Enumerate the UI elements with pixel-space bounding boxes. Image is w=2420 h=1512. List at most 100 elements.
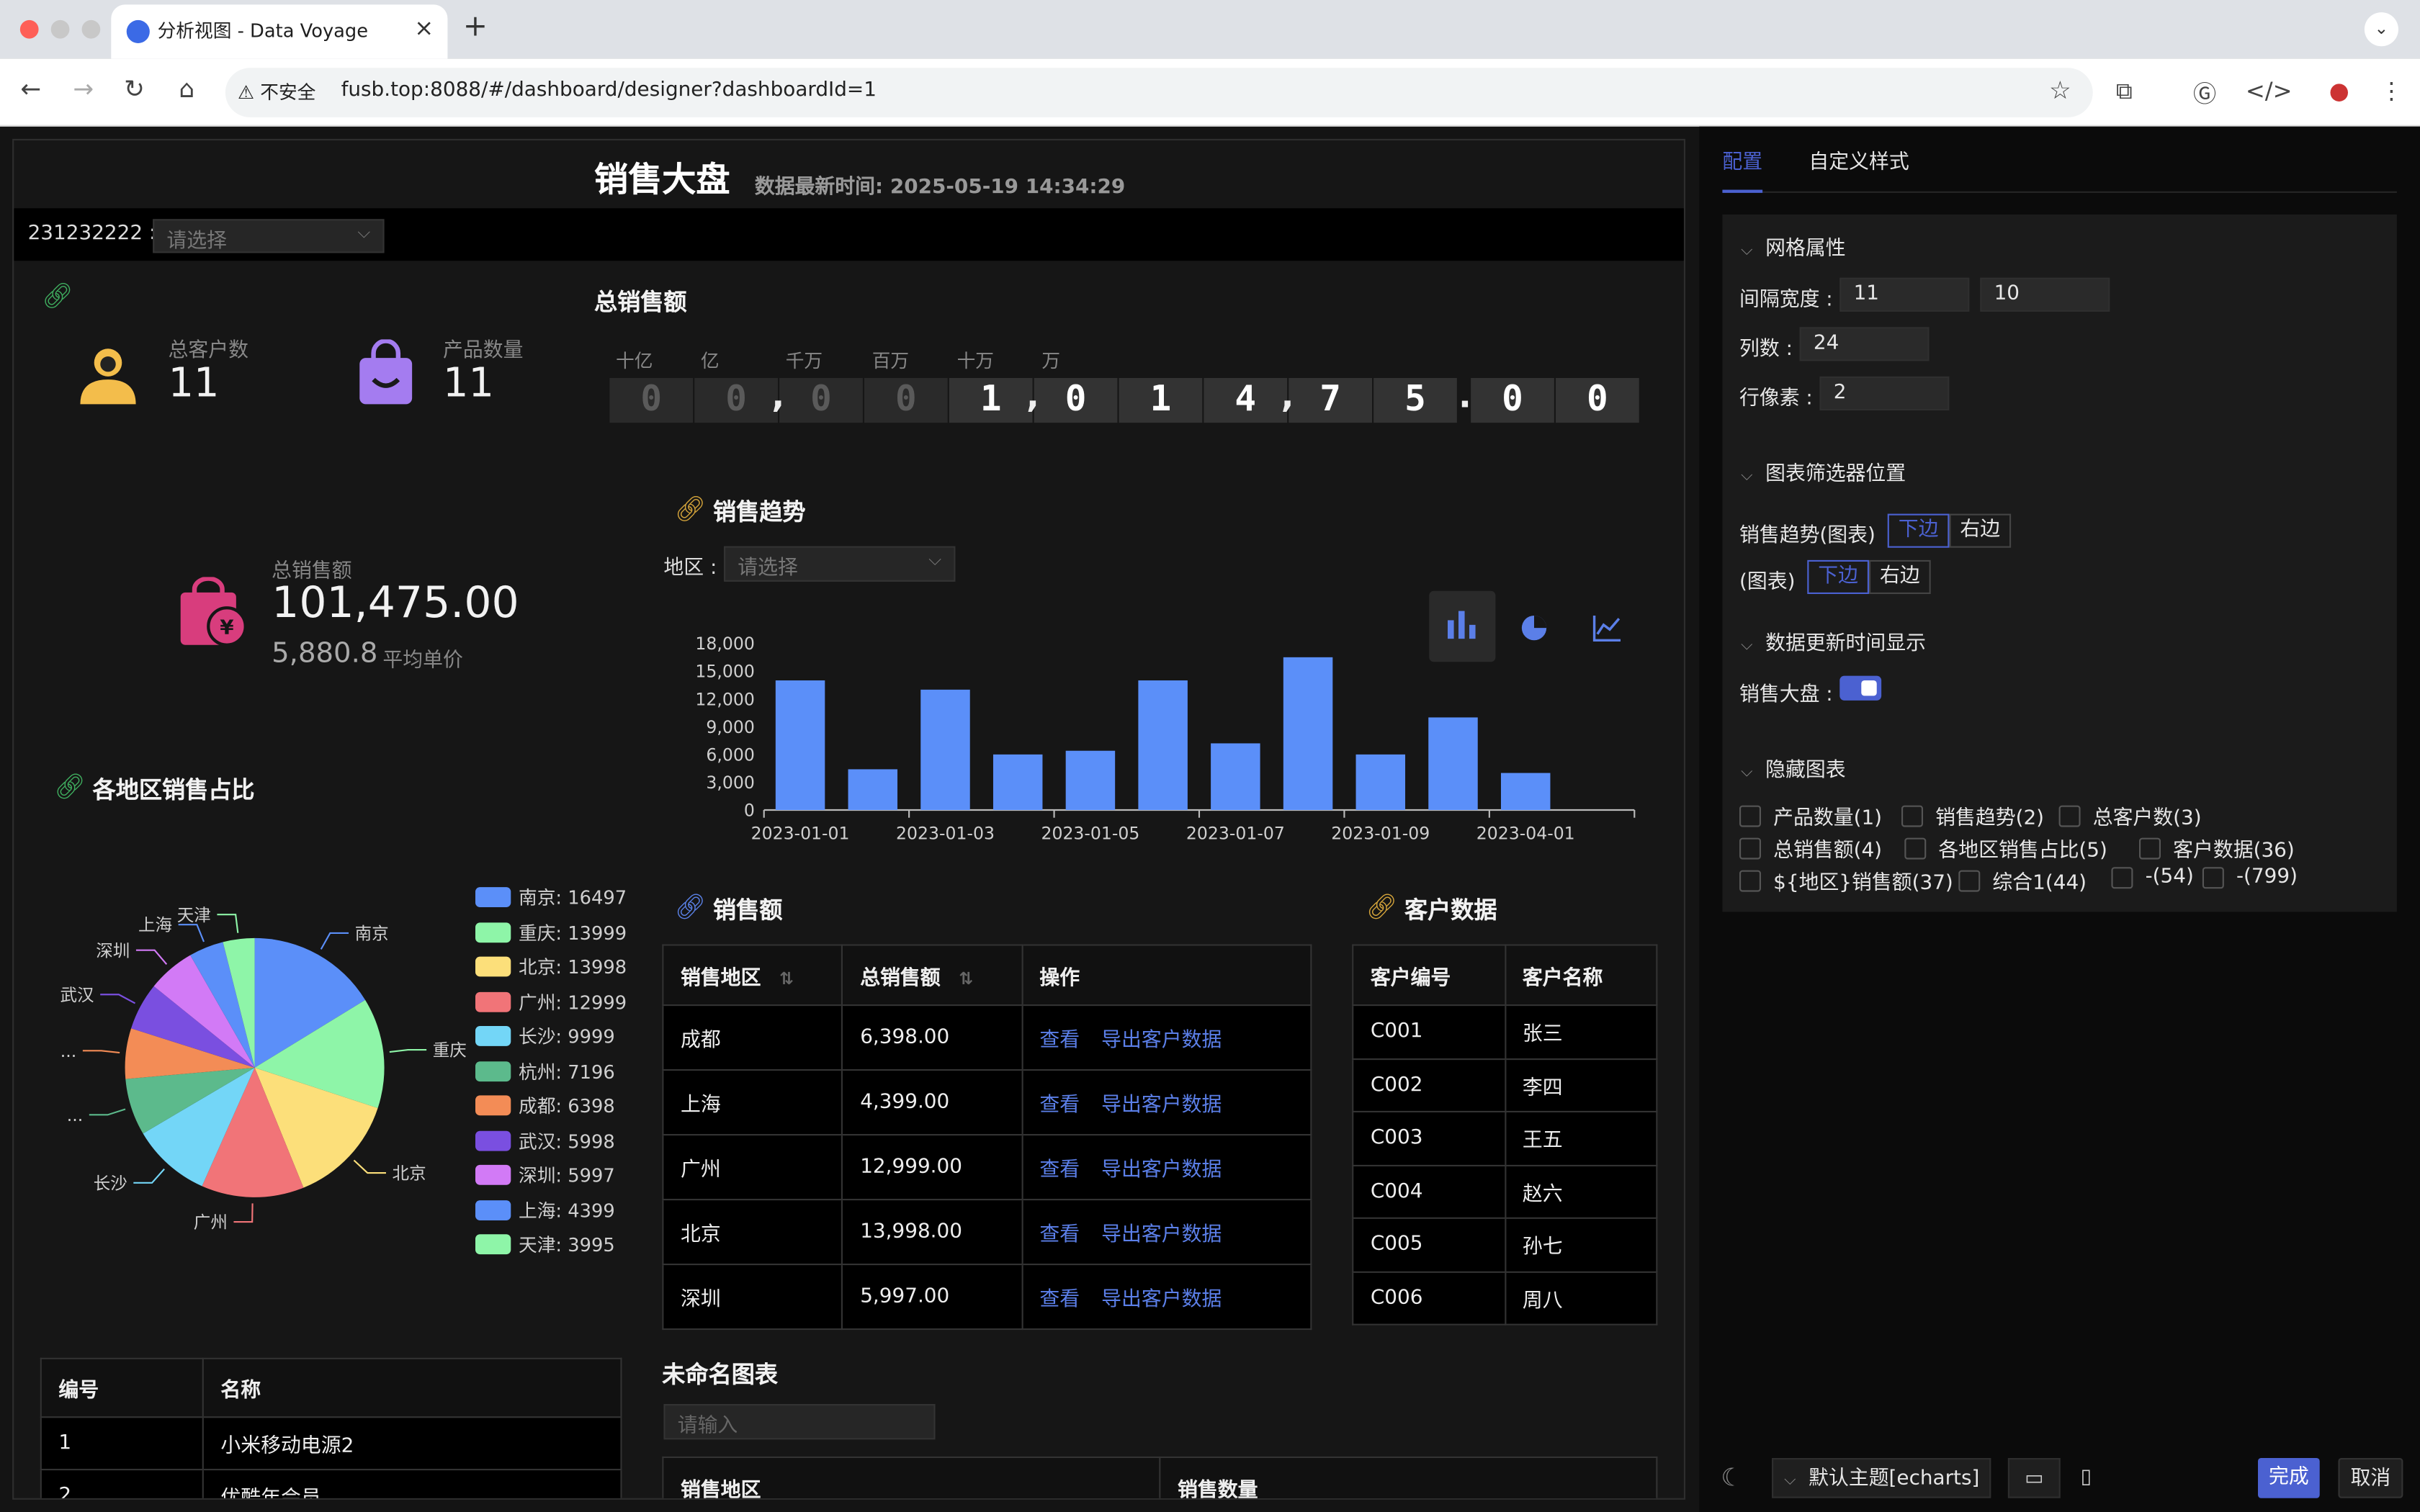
address-bar[interactable]: ⚠ 不安全 fusb.top:8088/#/dashboard/designer…: [225, 68, 2093, 117]
hide-chart-option[interactable]: -(799): [2202, 865, 2298, 888]
link-icon[interactable]: 🔗︎: [42, 281, 73, 310]
tab-config[interactable]: 配置: [1722, 145, 1762, 174]
checkbox[interactable]: [2111, 866, 2133, 888]
filter-pos-bottom-option[interactable]: 下边: [1887, 513, 1950, 548]
legend-item[interactable]: 天津: 3995: [475, 1231, 615, 1257]
bar[interactable]: [1283, 657, 1333, 810]
filter-pos-right-option[interactable]: 右边: [1869, 559, 1931, 594]
hide-chart-option[interactable]: 综合1(44): [1958, 865, 2087, 895]
export-customers-link[interactable]: 导出客户数据: [1101, 1094, 1222, 1117]
link-icon[interactable]: 🔗︎: [674, 494, 706, 523]
checkbox[interactable]: [1739, 804, 1761, 827]
hide-section-header[interactable]: ⌵ 隐藏图表: [1741, 753, 1845, 782]
checkbox[interactable]: [1739, 869, 1761, 891]
legend-item[interactable]: 深圳: 5997: [475, 1162, 615, 1188]
bar[interactable]: [1500, 773, 1551, 810]
bar[interactable]: [1138, 680, 1188, 810]
reload-icon[interactable]: ↻: [117, 74, 151, 104]
hide-chart-option[interactable]: 总销售额(4): [1739, 833, 1882, 863]
legend-item[interactable]: 重庆: 13999: [475, 919, 627, 945]
trend-filter-select[interactable]: 请选择 ⌵: [723, 546, 956, 582]
forward-icon[interactable]: →: [66, 74, 100, 104]
legend-item[interactable]: 广州: 12999: [475, 989, 627, 1014]
hide-chart-option[interactable]: 产品数量(1): [1739, 801, 1882, 830]
checkbox[interactable]: [2139, 837, 2161, 859]
legend-item[interactable]: 上海: 4399: [475, 1197, 615, 1223]
legend-item[interactable]: 杭州: 7196: [475, 1058, 615, 1084]
link-icon[interactable]: 🔗︎: [1366, 892, 1397, 922]
checkbox[interactable]: [1904, 837, 1927, 859]
view-link[interactable]: 查看: [1039, 1029, 1080, 1052]
cols-input[interactable]: 24: [1799, 327, 1930, 361]
legend-item[interactable]: 成都: 6398: [475, 1092, 615, 1118]
done-button[interactable]: 完成: [2258, 1457, 2320, 1498]
browser-tab[interactable]: 分析视图 - Data Voyage ×: [111, 4, 448, 59]
link-icon[interactable]: 🔗︎: [54, 771, 86, 801]
checkbox[interactable]: [1958, 869, 1981, 891]
close-tab-icon[interactable]: ×: [414, 14, 434, 42]
filter-pos-right-option[interactable]: 右边: [1949, 513, 2012, 548]
cancel-button[interactable]: 取消: [2338, 1457, 2403, 1498]
checkbox[interactable]: [2202, 866, 2224, 888]
view-link[interactable]: 查看: [1039, 1158, 1080, 1182]
dark-mode-moon-icon[interactable]: ☾: [1721, 1462, 1743, 1492]
url-text[interactable]: fusb.top:8088/#/dashboard/designer?dashb…: [341, 78, 877, 102]
sort-icon[interactable]: ⇅: [779, 968, 794, 989]
time-section-header[interactable]: ⌵ 数据更新时间显示: [1741, 626, 1926, 656]
filter-pos-bottom-option[interactable]: 下边: [1807, 559, 1870, 594]
tab-search-chevron-icon[interactable]: ⌄: [2364, 12, 2398, 47]
hide-chart-option[interactable]: -(54): [2111, 865, 2194, 888]
view-link[interactable]: 查看: [1039, 1223, 1080, 1246]
gap-y-input[interactable]: 10: [1980, 277, 2110, 312]
checkbox[interactable]: [1901, 804, 1923, 827]
legend-item[interactable]: 南京: 16497: [475, 884, 627, 910]
security-indicator[interactable]: ⚠ 不安全: [238, 78, 315, 104]
grid-section-header[interactable]: ⌵ 网格属性: [1741, 231, 1845, 261]
desktop-preview-icon[interactable]: ▭: [2007, 1457, 2061, 1498]
time-toggle-switch[interactable]: [1839, 675, 1882, 701]
unnamed-search-input[interactable]: 请输入: [663, 1403, 936, 1440]
tab-custom-style[interactable]: 自定义样式: [1809, 145, 1909, 174]
bar[interactable]: [848, 769, 898, 810]
legend-item[interactable]: 武汉: 5998: [475, 1127, 615, 1153]
export-customers-link[interactable]: 导出客户数据: [1101, 1288, 1222, 1311]
gap-x-input[interactable]: 11: [1839, 277, 1970, 312]
legend-item[interactable]: 北京: 13998: [475, 953, 627, 979]
devtools-code-icon[interactable]: </>: [2246, 77, 2293, 105]
bar[interactable]: [1355, 754, 1406, 810]
bar[interactable]: [992, 754, 1043, 810]
bar[interactable]: [1428, 717, 1478, 810]
sort-icon[interactable]: ⇅: [959, 968, 973, 989]
home-icon[interactable]: ⌂: [170, 74, 204, 104]
view-link[interactable]: 查看: [1039, 1094, 1080, 1117]
close-window-button[interactable]: [19, 19, 39, 39]
export-customers-link[interactable]: 导出客户数据: [1101, 1223, 1222, 1246]
hide-chart-option[interactable]: 客户数据(36): [2139, 833, 2295, 863]
checkbox[interactable]: [2058, 804, 2081, 827]
export-customers-link[interactable]: 导出客户数据: [1101, 1029, 1222, 1052]
bar[interactable]: [1065, 750, 1116, 810]
hide-chart-option[interactable]: 各地区销售占比(5): [1904, 833, 2107, 863]
profile-avatar-icon[interactable]: ●: [2329, 77, 2349, 105]
bar[interactable]: [920, 689, 970, 810]
hide-chart-option[interactable]: 总客户数(3): [2058, 801, 2202, 830]
link-icon[interactable]: 🔗︎: [674, 892, 706, 922]
minimize-window-button[interactable]: [50, 19, 70, 39]
zoom-window-button[interactable]: [81, 19, 101, 39]
back-icon[interactable]: ←: [14, 74, 48, 104]
filter-select[interactable]: 请选择 ⌵: [153, 219, 385, 253]
checkbox[interactable]: [1739, 837, 1761, 859]
bar[interactable]: [1211, 743, 1260, 810]
new-tab-icon[interactable]: +: [463, 9, 488, 43]
menu-dots-icon[interactable]: ⋮: [2380, 77, 2403, 105]
bookmark-star-icon[interactable]: ☆: [2049, 76, 2071, 105]
extensions-icon[interactable]: ⧉: [2116, 77, 2133, 105]
filter-pos-section-header[interactable]: ⌵ 图表筛选器位置: [1741, 456, 1906, 486]
bar[interactable]: [775, 680, 825, 810]
hide-chart-option[interactable]: ${地区}销售额(37): [1739, 865, 1953, 895]
translate-icon[interactable]: Ⓖ: [2193, 77, 2216, 109]
theme-select[interactable]: ⌵ 默认主题[echarts]: [1772, 1457, 1991, 1498]
row-px-input[interactable]: 2: [1819, 376, 1950, 410]
hide-chart-option[interactable]: 销售趋势(2): [1901, 801, 2044, 830]
export-customers-link[interactable]: 导出客户数据: [1101, 1158, 1222, 1182]
